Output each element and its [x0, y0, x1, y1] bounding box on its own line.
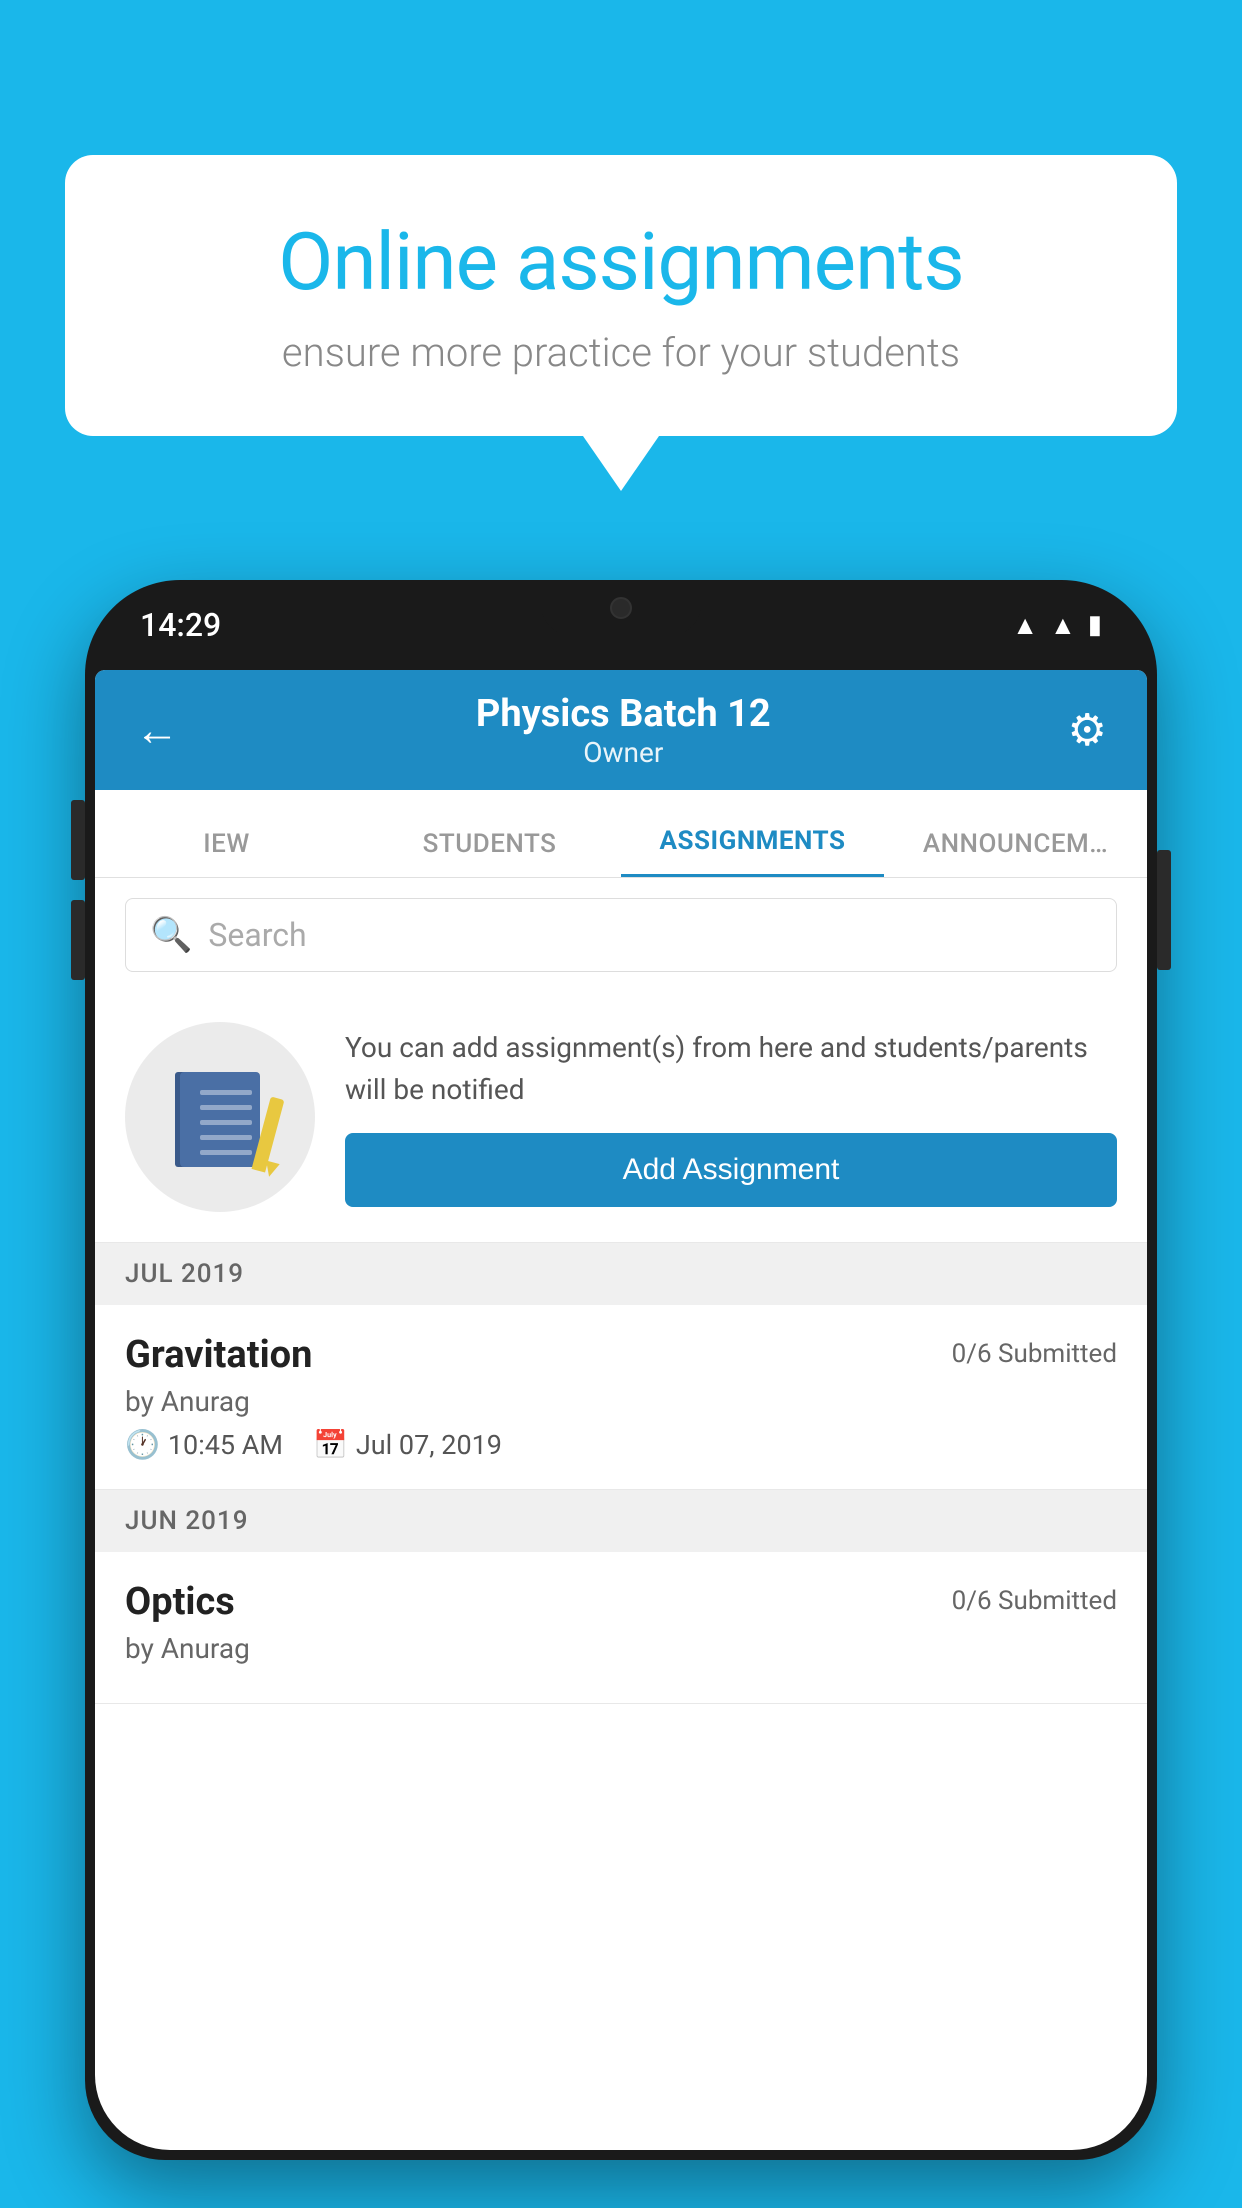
- tab-students[interactable]: STUDENTS: [358, 829, 621, 877]
- wifi-icon: ▲: [1012, 610, 1038, 641]
- notebook-lines: [200, 1090, 252, 1155]
- month-header-jul: JUL 2019: [95, 1243, 1147, 1305]
- camera: [610, 597, 632, 619]
- notch: [541, 580, 701, 635]
- promo-content: You can add assignment(s) from here and …: [345, 1027, 1117, 1207]
- meta-date-value: Jul 07, 2019: [356, 1429, 502, 1461]
- assignment-title: Optics: [125, 1580, 235, 1624]
- search-icon: 🔍: [150, 915, 192, 955]
- phone-frame: 14:29 ▲ ▲ ▮ ← Physics Batch 12 Owner ⚙: [85, 580, 1157, 2208]
- assignment-meta: 🕐 10:45 AM 📅 Jul 07, 2019: [125, 1428, 1117, 1461]
- promo-text: You can add assignment(s) from here and …: [345, 1027, 1117, 1111]
- meta-date: 📅 Jul 07, 2019: [313, 1428, 502, 1461]
- notebook-icon: [175, 1067, 265, 1167]
- assignment-submitted: 0/6 Submitted: [952, 1580, 1117, 1616]
- status-bar: 14:29 ▲ ▲ ▮: [85, 580, 1157, 670]
- speech-bubble-title: Online assignments: [135, 215, 1107, 309]
- signal-icon: ▲: [1050, 610, 1076, 641]
- assignment-by: by Anurag: [125, 1632, 1117, 1665]
- notebook-body: [180, 1072, 260, 1167]
- speech-bubble-subtitle: ensure more practice for your students: [135, 329, 1107, 376]
- notebook-line: [200, 1150, 252, 1155]
- volume-up-button: [71, 800, 85, 880]
- volume-down-button: [71, 900, 85, 980]
- tab-announcements[interactable]: ANNOUNCEM…: [884, 829, 1147, 877]
- assignment-submitted: 0/6 Submitted: [952, 1333, 1117, 1369]
- status-time: 14:29: [140, 606, 221, 644]
- header-subtitle: Owner: [476, 736, 771, 769]
- settings-button[interactable]: ⚙: [1068, 704, 1107, 756]
- notebook-line: [200, 1120, 252, 1125]
- back-button[interactable]: ←: [135, 704, 179, 756]
- power-button: [1157, 850, 1171, 970]
- promo-icon-circle: [125, 1022, 315, 1212]
- tab-iew[interactable]: IEW: [95, 829, 358, 877]
- assignment-top-row: Gravitation 0/6 Submitted: [125, 1333, 1117, 1377]
- search-bar[interactable]: 🔍 Search: [125, 898, 1117, 972]
- assignment-item-optics[interactable]: Optics 0/6 Submitted by Anurag: [95, 1552, 1147, 1704]
- pencil-tip: [262, 1160, 279, 1178]
- notebook-line: [200, 1090, 252, 1095]
- tabs-container: IEW STUDENTS ASSIGNMENTS ANNOUNCEM…: [95, 790, 1147, 878]
- assignment-by: by Anurag: [125, 1385, 1117, 1418]
- add-assignment-promo: You can add assignment(s) from here and …: [95, 992, 1147, 1243]
- header-title: Physics Batch 12: [476, 692, 771, 736]
- tab-assignments[interactable]: ASSIGNMENTS: [621, 826, 884, 877]
- app-header: ← Physics Batch 12 Owner ⚙: [95, 670, 1147, 790]
- month-header-jun: JUN 2019: [95, 1490, 1147, 1552]
- speech-bubble-container: Online assignments ensure more practice …: [65, 155, 1177, 491]
- speech-bubble: Online assignments ensure more practice …: [65, 155, 1177, 436]
- calendar-icon: 📅: [313, 1428, 348, 1461]
- status-icons: ▲ ▲ ▮: [1012, 610, 1102, 641]
- header-center: Physics Batch 12 Owner: [476, 692, 771, 769]
- phone-screen: ← Physics Batch 12 Owner ⚙ IEW STUDENTS …: [95, 670, 1147, 2150]
- clock-icon: 🕐: [125, 1428, 160, 1461]
- assignment-item-gravitation[interactable]: Gravitation 0/6 Submitted by Anurag 🕐 10…: [95, 1305, 1147, 1490]
- speech-bubble-arrow: [583, 436, 659, 491]
- phone-outer: 14:29 ▲ ▲ ▮ ← Physics Batch 12 Owner ⚙: [85, 580, 1157, 2160]
- meta-time-value: 10:45 AM: [168, 1429, 283, 1461]
- assignment-top-row: Optics 0/6 Submitted: [125, 1580, 1117, 1624]
- battery-icon: ▮: [1088, 610, 1102, 640]
- meta-time: 🕐 10:45 AM: [125, 1428, 283, 1461]
- notebook-line: [200, 1105, 252, 1110]
- search-container: 🔍 Search: [95, 878, 1147, 992]
- search-placeholder: Search: [208, 916, 306, 954]
- assignment-title: Gravitation: [125, 1333, 312, 1377]
- notebook-line: [200, 1135, 252, 1140]
- add-assignment-button[interactable]: Add Assignment: [345, 1133, 1117, 1207]
